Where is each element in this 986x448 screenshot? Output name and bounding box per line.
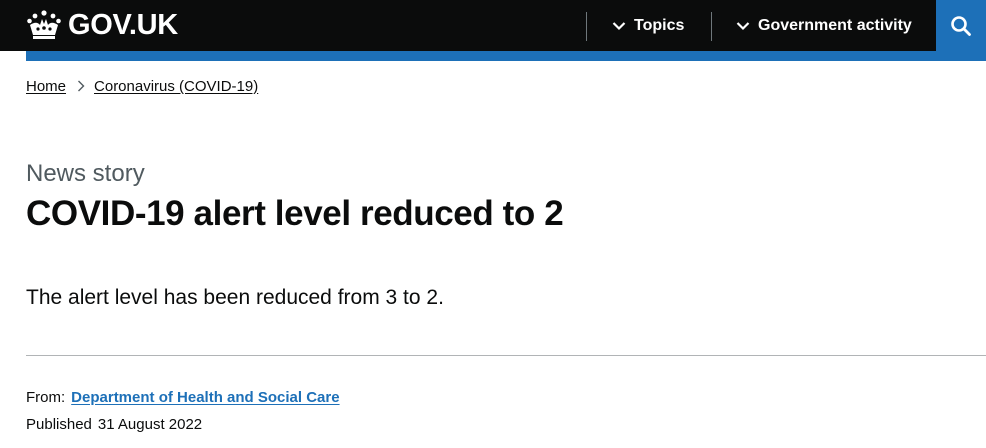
section-divider — [26, 355, 986, 356]
nav-government-activity-button[interactable]: Government activity — [736, 0, 912, 51]
nav-divider — [586, 12, 587, 41]
site-header: GOV.UK Topics Government activity — [0, 0, 986, 51]
metadata-from: From: Department of Health and Social Ca… — [26, 389, 340, 406]
chevron-down-icon — [736, 21, 750, 30]
published-date: 31 August 2022 — [97, 416, 203, 433]
chevron-right-icon — [78, 80, 85, 92]
breadcrumb-home-link[interactable]: Home — [26, 78, 66, 95]
metadata-published: Published 31 August 2022 — [26, 416, 202, 433]
header-blue-bar — [26, 51, 986, 61]
page-caption: News story — [26, 160, 145, 187]
page-title: COVID-19 alert level reduced to 2 — [26, 194, 564, 233]
nav-topics-button[interactable]: Topics — [612, 0, 684, 51]
chevron-down-icon — [612, 21, 626, 30]
breadcrumb: Home Coronavirus (COVID-19) — [26, 76, 258, 96]
search-icon — [951, 15, 971, 36]
department-link[interactable]: Department of Health and Social Care — [71, 389, 339, 406]
crown-icon — [27, 10, 61, 39]
nav-government-activity-label: Government activity — [758, 16, 912, 34]
published-label: Published — [26, 416, 92, 433]
page-lede: The alert level has been reduced from 3 … — [26, 286, 444, 309]
from-label: From: — [26, 389, 66, 406]
breadcrumb-coronavirus-link[interactable]: Coronavirus (COVID-19) — [94, 78, 258, 95]
nav-topics-label: Topics — [634, 16, 685, 34]
govuk-logo-link[interactable]: GOV.UK — [26, 8, 178, 42]
nav-divider — [711, 12, 712, 41]
logo-text: GOV.UK — [68, 8, 178, 41]
search-button[interactable] — [936, 0, 986, 51]
